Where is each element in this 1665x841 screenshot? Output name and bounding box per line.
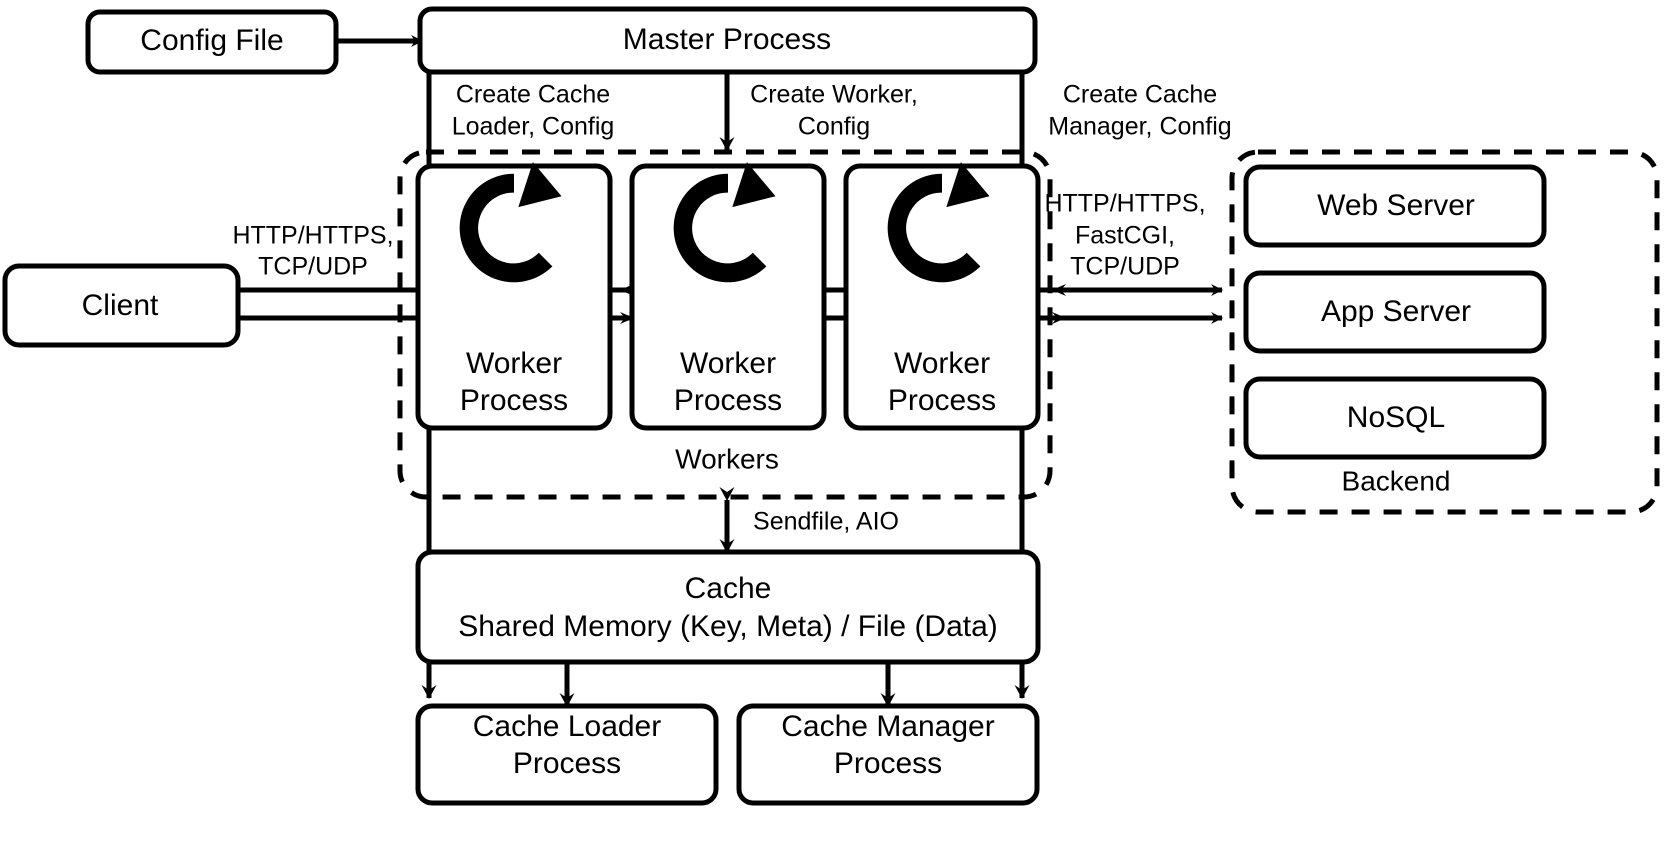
worker-1-label-line2: Process: [460, 384, 568, 417]
master-process-label: Master Process: [623, 23, 831, 56]
node-cache[interactable]: Cache Shared Memory (Key, Meta) / File (…: [415, 549, 1041, 665]
cache-box[interactable]: [415, 549, 1041, 665]
create-cache-manager-line1: Create Cache: [1063, 81, 1217, 109]
client-label: Client: [82, 289, 159, 322]
backend-group-label: Backend: [1342, 465, 1451, 496]
worker-1-label-line1: Worker: [466, 347, 562, 380]
node-web-server[interactable]: Web Server: [1243, 164, 1547, 248]
worker-3-label-line2: Process: [888, 384, 996, 417]
create-worker-line1: Create Worker,: [750, 81, 918, 109]
backend-protocols-line2: FastCGI,: [1075, 222, 1175, 250]
node-nosql[interactable]: NoSQL: [1243, 376, 1547, 460]
node-cache-loader-process[interactable]: Cache Loader Process: [415, 703, 719, 806]
cache-loader-label-line2: Process: [513, 747, 621, 780]
label-cache-io: Sendfile, AIO: [753, 508, 899, 536]
node-worker-process-3[interactable]: Worker Process: [843, 162, 1041, 431]
client-protocols-line2: TCP/UDP: [258, 253, 368, 281]
label-backend-protocols: HTTP/HTTPS, FastCGI, TCP/UDP: [1044, 190, 1205, 281]
cache-label-line1: Cache: [685, 572, 772, 605]
node-worker-process-2[interactable]: Worker Process: [629, 162, 827, 431]
create-cache-loader-line1: Create Cache: [456, 81, 610, 109]
node-client[interactable]: Client: [2, 263, 241, 348]
cache-io-line1: Sendfile, AIO: [753, 508, 899, 536]
app-server-label: App Server: [1321, 295, 1471, 328]
create-cache-loader-line2: Loader, Config: [452, 113, 615, 141]
backend-protocols-line1: HTTP/HTTPS,: [1044, 190, 1205, 218]
worker-3-label-line1: Worker: [894, 347, 990, 380]
cache-manager-label-line2: Process: [834, 747, 942, 780]
worker-2-label-line1: Worker: [680, 347, 776, 380]
cache-manager-label-line1: Cache Manager: [781, 710, 994, 743]
nosql-label: NoSQL: [1347, 401, 1445, 434]
node-config-file[interactable]: Config File: [85, 9, 339, 75]
node-worker-process-1[interactable]: Worker Process: [415, 162, 613, 431]
label-create-cache-manager: Create Cache Manager, Config: [1048, 81, 1231, 141]
cache-loader-label-line1: Cache Loader: [473, 710, 661, 743]
client-protocols-line1: HTTP/HTTPS,: [232, 222, 393, 250]
node-master-process[interactable]: Master Process: [417, 6, 1038, 75]
backend-protocols-line3: TCP/UDP: [1070, 253, 1180, 281]
workers-group-label: Workers: [675, 443, 779, 474]
node-app-server[interactable]: App Server: [1243, 270, 1547, 354]
diagram-canvas: Workers Backend Config File Master Proce…: [2, 6, 1660, 806]
cache-label-line2: Shared Memory (Key, Meta) / File (Data): [458, 610, 998, 643]
create-worker-line2: Config: [798, 113, 870, 141]
node-cache-manager-process[interactable]: Cache Manager Process: [736, 703, 1040, 806]
web-server-label: Web Server: [1317, 189, 1475, 222]
worker-2-label-line2: Process: [674, 384, 782, 417]
label-client-protocols: HTTP/HTTPS, TCP/UDP: [232, 222, 393, 281]
config-file-label: Config File: [140, 24, 283, 57]
architecture-diagram: Workers Backend Config File Master Proce…: [0, 0, 1665, 841]
create-cache-manager-line2: Manager, Config: [1048, 113, 1231, 141]
label-create-worker: Create Worker, Config: [750, 81, 918, 141]
label-create-cache-loader: Create Cache Loader, Config: [452, 81, 615, 141]
